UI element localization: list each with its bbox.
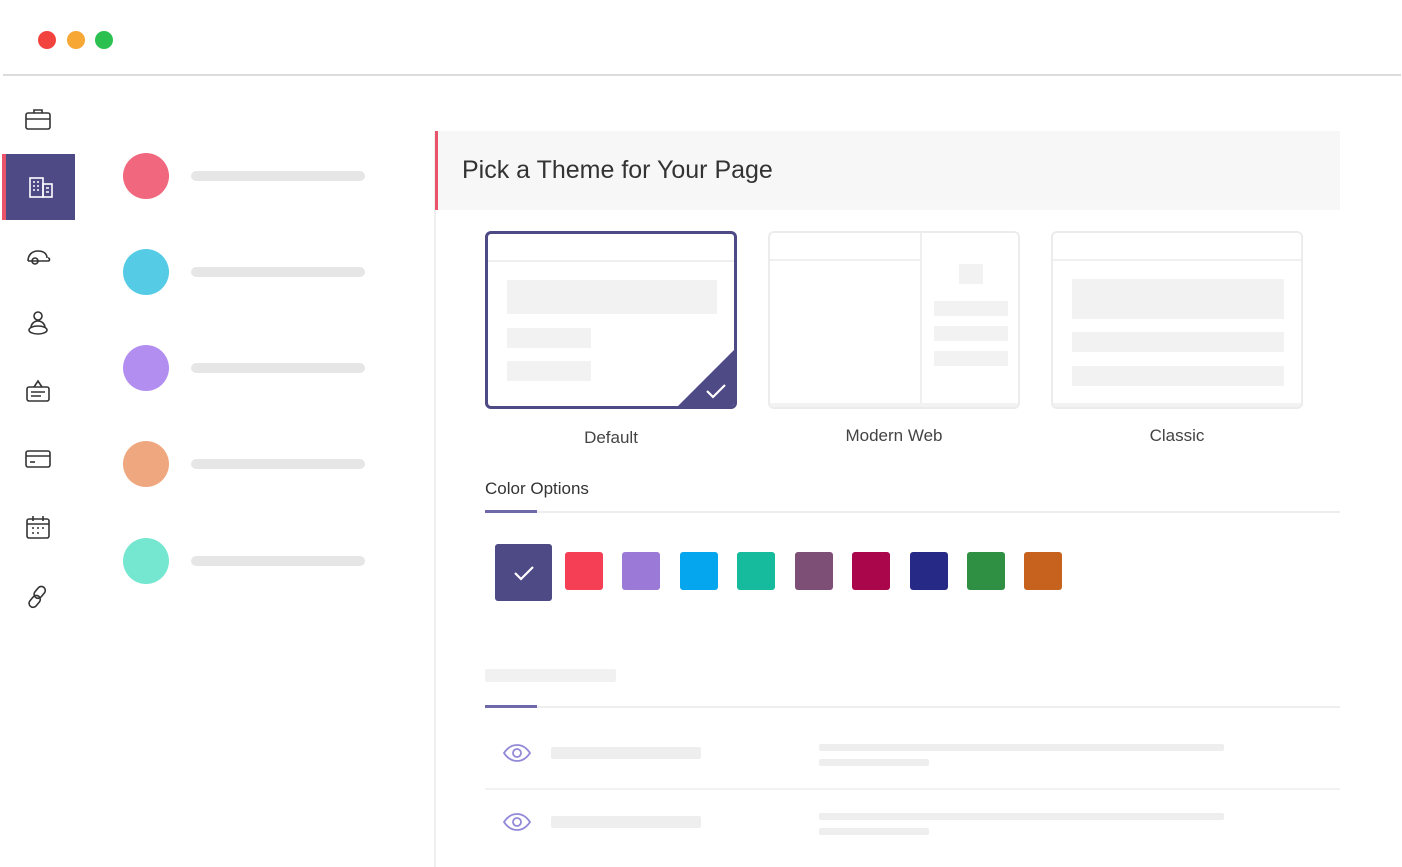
page-title: Pick a Theme for Your Page: [462, 156, 773, 184]
sidebar-item-cap[interactable]: [2, 224, 74, 290]
theme-preview-block: [934, 326, 1008, 341]
selected-check-icon: [678, 350, 734, 406]
calendar-icon: [26, 516, 50, 539]
sidebar-item-people[interactable]: [2, 290, 74, 356]
theme-preview-footer: [770, 403, 1018, 407]
section-title-placeholder: [485, 669, 616, 682]
theme-preview-sidebar: [920, 233, 1018, 407]
window-close-button[interactable]: [38, 31, 56, 49]
avatar[interactable]: [123, 249, 169, 295]
theme-card-classic[interactable]: [1051, 231, 1303, 409]
badge-icon: [26, 379, 50, 402]
building-icon: [28, 177, 53, 198]
theme-card-modern-web[interactable]: [768, 231, 1020, 409]
theme-preview-block: [507, 328, 591, 348]
theme-preview-block: [934, 301, 1008, 316]
sidebar-item-building[interactable]: [2, 154, 75, 220]
color-swatch[interactable]: [565, 552, 603, 590]
panel-header: Pick a Theme for Your Page: [435, 131, 1340, 210]
theme-label-modern-web: Modern Web: [845, 426, 943, 445]
avatar[interactable]: [123, 441, 169, 487]
section-divider: [485, 706, 1340, 708]
theme-preview-block: [959, 264, 983, 284]
eye-icon[interactable]: [502, 812, 532, 832]
color-swatch[interactable]: [680, 552, 718, 590]
section-accent: [485, 705, 537, 708]
theme-card-default[interactable]: [485, 231, 737, 409]
color-swatch[interactable]: [967, 552, 1005, 590]
theme-preview-header-line: [1053, 259, 1301, 261]
people-icon: [28, 311, 48, 335]
theme-preview-block: [1072, 332, 1284, 352]
row-divider: [485, 788, 1340, 790]
avatar[interactable]: [123, 153, 169, 199]
sidebar-item-calendar[interactable]: [2, 494, 74, 560]
list-item-placeholder: [191, 171, 365, 181]
list-item-placeholder: [819, 744, 1224, 751]
theme-preview-block: [507, 280, 717, 314]
theme-label-default: Default: [584, 428, 638, 447]
color-swatch-selected[interactable]: [495, 544, 552, 601]
list-item-placeholder: [551, 747, 701, 759]
theme-preview-block: [1072, 366, 1284, 386]
theme-preview-block: [1072, 279, 1284, 319]
avatar[interactable]: [123, 538, 169, 584]
title-bar-divider: [3, 74, 1401, 76]
sidebar-item-briefcase[interactable]: [2, 86, 74, 152]
avatar[interactable]: [123, 345, 169, 391]
card-icon: [25, 450, 51, 468]
link-icon: [28, 585, 47, 609]
cap-icon: [27, 250, 51, 265]
theme-preview-block: [934, 351, 1008, 366]
list-item-placeholder: [551, 816, 701, 828]
list-item-placeholder: [191, 363, 365, 373]
sidebar-item-link[interactable]: [2, 564, 74, 630]
color-swatch[interactable]: [1024, 552, 1062, 590]
theme-preview-header-line: [770, 259, 920, 261]
window-minimize-button[interactable]: [67, 31, 85, 49]
sidebar-item-badge[interactable]: [2, 358, 74, 424]
color-swatch[interactable]: [622, 552, 660, 590]
color-swatch[interactable]: [795, 552, 833, 590]
list-item-placeholder: [191, 267, 365, 277]
list-item-placeholder: [191, 556, 365, 566]
theme-label-classic: Classic: [1149, 426, 1205, 445]
list-item-placeholder: [819, 759, 929, 766]
eye-icon[interactable]: [502, 743, 532, 763]
list-item-placeholder: [819, 813, 1224, 820]
theme-preview-block: [507, 361, 591, 381]
color-options-title: Color Options: [485, 479, 589, 498]
list-item-placeholder: [191, 459, 365, 469]
check-icon: [513, 565, 534, 581]
window-maximize-button[interactable]: [95, 31, 113, 49]
sidebar-item-card[interactable]: [2, 426, 74, 492]
theme-preview-footer: [1053, 403, 1301, 407]
color-swatch[interactable]: [910, 552, 948, 590]
theme-preview-header-line: [488, 260, 734, 262]
section-accent: [485, 510, 537, 513]
list-item-placeholder: [819, 828, 929, 835]
section-divider: [485, 511, 1340, 513]
briefcase-icon: [25, 109, 51, 130]
panel-divider: [434, 132, 436, 867]
color-swatch[interactable]: [737, 552, 775, 590]
color-swatch[interactable]: [852, 552, 890, 590]
